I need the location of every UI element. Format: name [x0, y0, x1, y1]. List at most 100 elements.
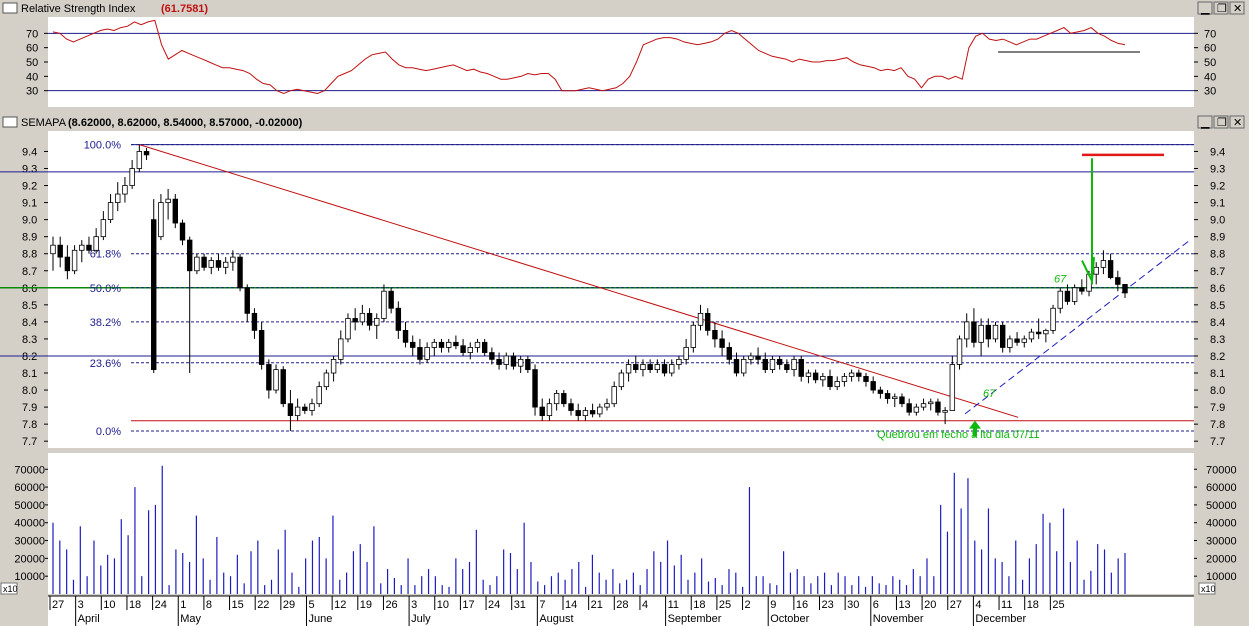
price-minimize-icon: ▁: [1200, 117, 1210, 129]
price-tick-label-right: 8.8: [1210, 249, 1225, 261]
candle-body: [517, 358, 524, 367]
price-tick-label-right: 8.3: [1210, 334, 1225, 346]
x-day-label: 10: [103, 599, 115, 611]
candle-body: [172, 198, 179, 224]
volume-tick-label-right: 70000: [1206, 464, 1237, 476]
candle-body: [956, 338, 963, 365]
rsi-plot-area: [48, 17, 1194, 107]
price-plot-area: [48, 131, 1194, 448]
price-tick-label-left: 8.0: [22, 385, 37, 397]
candle-body: [237, 256, 243, 289]
candle-body: [136, 151, 143, 169]
x-month-label: November: [873, 613, 924, 625]
x-day-label: 27: [950, 599, 962, 611]
x-day-label: 18: [693, 599, 705, 611]
rsi-panel: Relative Strength Index (61.7581) ▁ ❐ ✕ …: [0, 0, 1249, 108]
candle-body: [654, 364, 661, 371]
price-tick-label-right: 8.2: [1210, 351, 1225, 363]
price-tick-label-left: 8.8: [22, 249, 37, 261]
candle-body: [50, 244, 56, 255]
candle-body: [978, 324, 984, 343]
price-tick-label-right: 7.7: [1210, 436, 1225, 448]
candle-body: [251, 312, 258, 331]
x-day-label: 18: [129, 599, 141, 611]
candle-body: [949, 364, 956, 411]
x-day-label: 26: [385, 599, 397, 611]
candle-body: [1107, 260, 1114, 278]
candle-body: [640, 364, 646, 371]
x-month-label: July: [411, 613, 431, 625]
candle-body: [489, 352, 495, 360]
x-day-label: 18: [1027, 599, 1039, 611]
candle-body: [258, 330, 265, 365]
candle-body: [740, 358, 747, 374]
price-tick-label-right: 7.9: [1210, 402, 1225, 414]
candle-body: [1100, 260, 1107, 268]
volume-tick-label-left: 30000: [14, 536, 45, 548]
candle-body: [539, 406, 545, 417]
price-tick-label-left: 9.4: [22, 146, 37, 158]
candle-body: [280, 369, 286, 405]
candle-body: [151, 219, 157, 371]
rsi-restore-icon: ❐: [1217, 3, 1227, 15]
rsi-panel-icon[interactable]: [2, 2, 18, 14]
candle-body: [1071, 287, 1078, 302]
candle-body: [834, 381, 840, 388]
candle-body: [417, 347, 423, 360]
price-tick-label-left: 8.2: [22, 351, 37, 363]
volume-multiplier-right-text: x10: [1201, 584, 1216, 594]
candle-body: [532, 369, 538, 408]
candle-body: [618, 372, 625, 388]
price-close-icon: ✕: [1233, 117, 1242, 129]
fib-level-label: 38.2%: [90, 317, 121, 329]
x-month-label: October: [770, 613, 809, 625]
price-tick-label-right: 8.9: [1210, 232, 1225, 244]
x-day-label: 8: [206, 599, 212, 611]
candle-body: [460, 345, 466, 353]
x-day-label: 25: [719, 599, 731, 611]
price-tick-label-left: 8.4: [22, 317, 37, 329]
price-tick-label-left: 9.3: [22, 163, 37, 175]
candle-body: [690, 324, 697, 348]
rsi-tick-label-left: 30: [26, 86, 38, 98]
candle-body: [848, 372, 855, 377]
volume-tick-label-right: 30000: [1206, 536, 1237, 548]
candle-body: [143, 151, 150, 156]
price-title: SEMAPA: [21, 117, 67, 129]
candle-body: [86, 244, 92, 251]
rsi-close-icon: ✕: [1233, 3, 1242, 15]
candle-body: [266, 364, 272, 391]
x-day-label: 1: [180, 599, 186, 611]
fib-level-label: 0.0%: [96, 426, 121, 438]
candle-body: [546, 403, 553, 417]
candle-body: [1122, 283, 1128, 294]
candle-body: [453, 341, 459, 347]
candle-body: [827, 376, 833, 388]
candle-body: [661, 364, 668, 374]
candle-body: [1021, 338, 1027, 343]
candle-body: [992, 324, 999, 340]
x-day-label: 4: [642, 599, 648, 611]
candle-body: [287, 403, 294, 417]
candle-body: [302, 406, 308, 411]
rsi-tick-label-left: 60: [26, 43, 38, 55]
candle-body: [589, 410, 596, 415]
price-panel-icon[interactable]: [2, 116, 18, 128]
candle-body: [633, 364, 639, 371]
candle-body: [755, 355, 761, 360]
candle-body: [611, 386, 617, 405]
candle-body: [812, 372, 819, 381]
candle-body: [107, 202, 114, 221]
x-month-label: August: [539, 613, 573, 625]
candle-body: [604, 403, 610, 408]
candle-body: [712, 330, 718, 340]
candle-body: [884, 393, 891, 399]
x-day-label: 20: [924, 599, 936, 611]
candle-body: [1007, 338, 1013, 348]
price-tick-label-right: 9.2: [1210, 181, 1225, 193]
volume-tick-label-right: 50000: [1206, 500, 1237, 512]
candle-body: [222, 261, 229, 268]
candle-body: [1079, 287, 1085, 292]
price-tick-label-left: 9.0: [22, 215, 37, 227]
x-month-label: June: [309, 613, 333, 625]
